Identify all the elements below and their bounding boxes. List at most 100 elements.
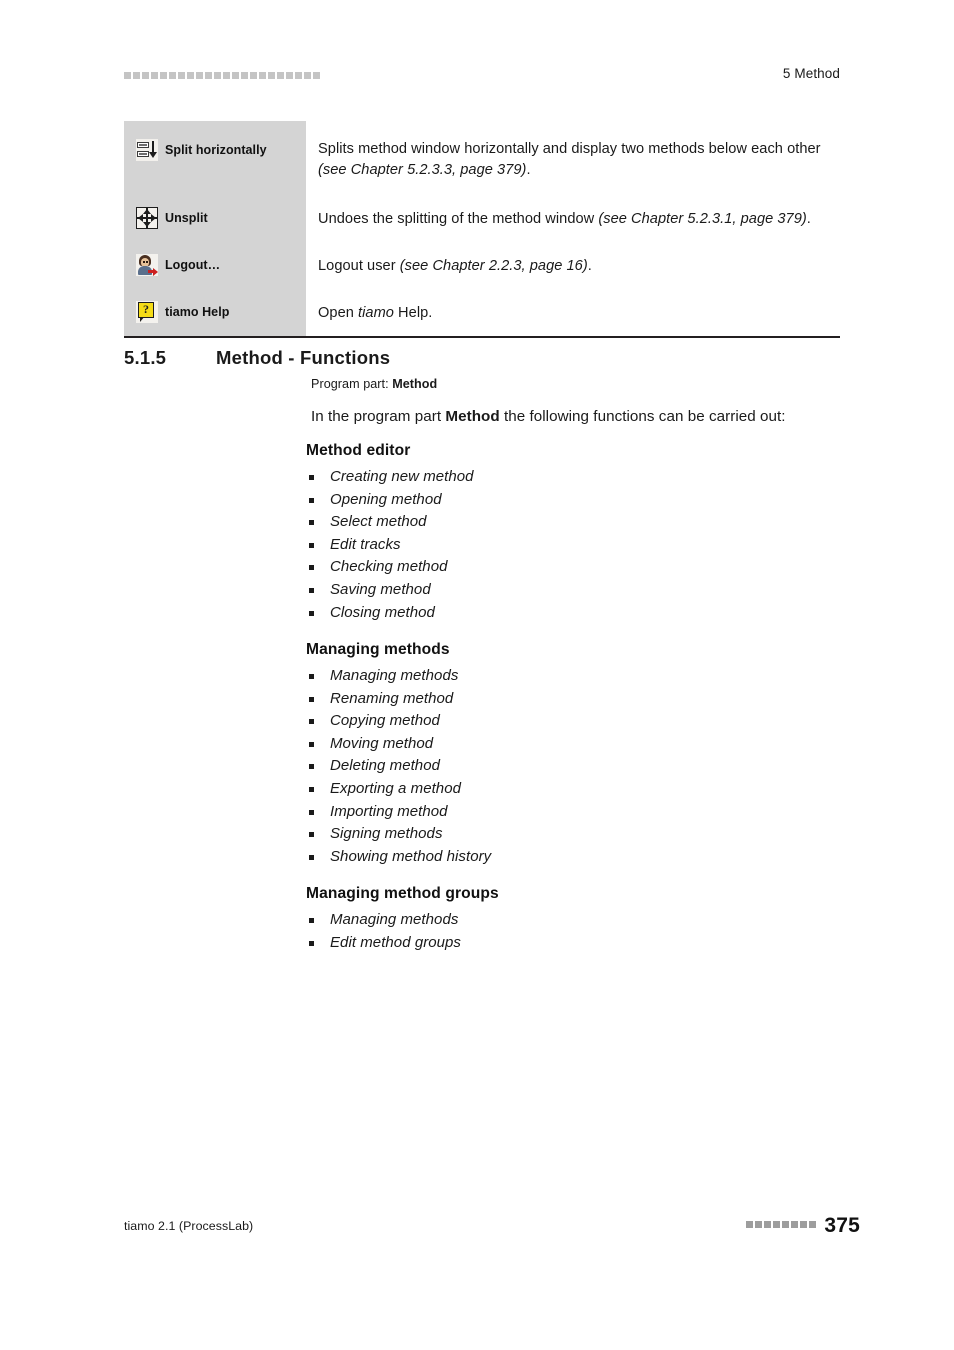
decoration-square <box>151 72 158 79</box>
table-row-label: Unsplit <box>165 211 208 225</box>
list-item: Saving method <box>306 579 806 602</box>
unsplit-icon <box>136 207 158 229</box>
decoration-square <box>259 72 266 79</box>
list-item: Renaming method <box>306 688 806 711</box>
decoration-square <box>782 1221 790 1228</box>
decoration-square <box>286 72 293 79</box>
table-row-description: Splits method window horizontally and di… <box>318 139 840 181</box>
intro-paragraph: In the program part Method the following… <box>311 406 851 428</box>
description-emphasis: tiamo <box>358 305 394 321</box>
table-row-description-cell: Splits method window horizontally and di… <box>306 121 840 195</box>
decoration-square <box>142 72 149 79</box>
description-tail: . <box>526 162 531 178</box>
list-item: Managing methods <box>306 909 806 932</box>
table-row-label: Logout… <box>165 258 221 272</box>
description-reference: (see Chapter 5.2.3.3, page 379) <box>318 162 527 178</box>
page-number: 375 <box>824 1214 860 1237</box>
list-item: Deleting method <box>306 755 806 778</box>
list-item: Edit tracks <box>306 534 806 557</box>
description-tail: Help. <box>393 305 433 321</box>
list-item: Showing method history <box>306 846 806 869</box>
table-row-description: Undoes the splitting of the method windo… <box>318 209 840 230</box>
program-part-value: Method <box>392 377 438 391</box>
decoration-square <box>277 72 284 79</box>
table-row-label-cell: Split horizontally <box>124 121 306 195</box>
footer-decoration-dots <box>746 1221 817 1230</box>
list-item: Managing methods <box>306 665 806 688</box>
decoration-square <box>755 1221 763 1228</box>
running-header: 5 Method <box>124 66 840 90</box>
list-item: Opening method <box>306 489 806 512</box>
decoration-square <box>791 1221 799 1228</box>
list-item: Moving method <box>306 733 806 756</box>
table-row: ? tiamo Help Open tiamo Help. <box>124 289 840 336</box>
description-plain: Open <box>318 305 359 321</box>
decoration-square <box>169 72 176 79</box>
list-item: Signing methods <box>306 823 806 846</box>
decoration-square <box>773 1221 781 1228</box>
footer-page-block: 375 <box>746 1215 860 1236</box>
list-item: Copying method <box>306 710 806 733</box>
group-title: Managing methods <box>306 641 450 658</box>
decoration-square <box>223 72 230 79</box>
decoration-square <box>746 1221 754 1228</box>
decoration-square <box>133 72 140 79</box>
decoration-square <box>764 1221 772 1228</box>
table-row-label: Split horizontally <box>165 143 267 157</box>
decoration-square <box>313 72 320 79</box>
decoration-square <box>800 1221 808 1228</box>
table-row-label: tiamo Help <box>165 305 230 319</box>
intro-before: In the program part <box>311 408 446 425</box>
table-row-label-cell: ? tiamo Help <box>124 289 306 336</box>
description-tail: . <box>806 211 811 227</box>
group-managing-method-groups: Managing method groups Managing methods E… <box>306 885 806 954</box>
decoration-square <box>214 72 221 79</box>
group-managing-methods: Managing methods Managing methods Renamin… <box>306 641 806 868</box>
group-title: Managing method groups <box>306 885 499 902</box>
table-row: Logout… Logout user (see Chapter 2.2.3, … <box>124 242 840 289</box>
decoration-square <box>809 1221 817 1228</box>
decoration-square <box>241 72 248 79</box>
description-plain: Undoes the splitting of the method windo… <box>318 211 599 227</box>
decoration-square <box>205 72 212 79</box>
table-row-description: Logout user (see Chapter 2.2.3, page 16)… <box>318 256 840 277</box>
header-chapter-title: 5 Method <box>782 66 840 81</box>
decoration-square <box>124 72 131 79</box>
description-reference: (see Chapter 2.2.3, page 16) <box>399 258 588 274</box>
program-part-line: Program part: Method <box>311 377 437 391</box>
intro-after: the following functions can be carried o… <box>499 408 786 425</box>
decoration-square <box>304 72 311 79</box>
document-page: 5 Method Split horizontally Splits metho… <box>0 0 954 1350</box>
table-row-description-cell: Logout user (see Chapter 2.2.3, page 16)… <box>306 242 840 289</box>
running-footer: tiamo 2.1 (ProcessLab) 375 <box>124 1215 860 1239</box>
section-number: 5.1.5 <box>124 347 167 368</box>
logout-icon <box>136 254 158 276</box>
decoration-square <box>295 72 302 79</box>
decoration-square <box>160 72 167 79</box>
group-title: Method editor <box>306 442 411 459</box>
table-row-description-cell: Open tiamo Help. <box>306 289 840 336</box>
group-method-editor: Method editor Creating new method Opening… <box>306 442 806 624</box>
table-row: Split horizontally Splits method window … <box>124 121 840 195</box>
decoration-square <box>232 72 239 79</box>
group-item-list: Creating new method Opening method Select … <box>306 466 806 624</box>
group-item-list: Managing methods Renaming method Copying m… <box>306 665 806 868</box>
list-item: Exporting a method <box>306 778 806 801</box>
table-row-description: Open tiamo Help. <box>318 303 840 324</box>
decoration-square <box>268 72 275 79</box>
decoration-square <box>187 72 194 79</box>
table-row-label-cell: Unsplit <box>124 195 306 242</box>
split-horizontally-icon <box>136 139 158 161</box>
table-row-label-cell: Logout… <box>124 242 306 289</box>
table-row: Unsplit Undoes the splitting of the meth… <box>124 195 840 242</box>
group-item-list: Managing methods Edit method groups <box>306 909 806 954</box>
list-item: Creating new method <box>306 466 806 489</box>
footer-product-name: tiamo 2.1 (ProcessLab) <box>124 1219 254 1233</box>
function-table: Split horizontally Splits method window … <box>124 121 840 338</box>
intro-bold: Method <box>445 408 500 425</box>
list-item: Importing method <box>306 801 806 824</box>
description-plain: Splits method window horizontally and di… <box>318 141 821 157</box>
table-row-description-cell: Undoes the splitting of the method windo… <box>306 195 840 242</box>
description-plain: Logout user <box>318 258 400 274</box>
program-part-label: Program part: <box>311 377 389 391</box>
